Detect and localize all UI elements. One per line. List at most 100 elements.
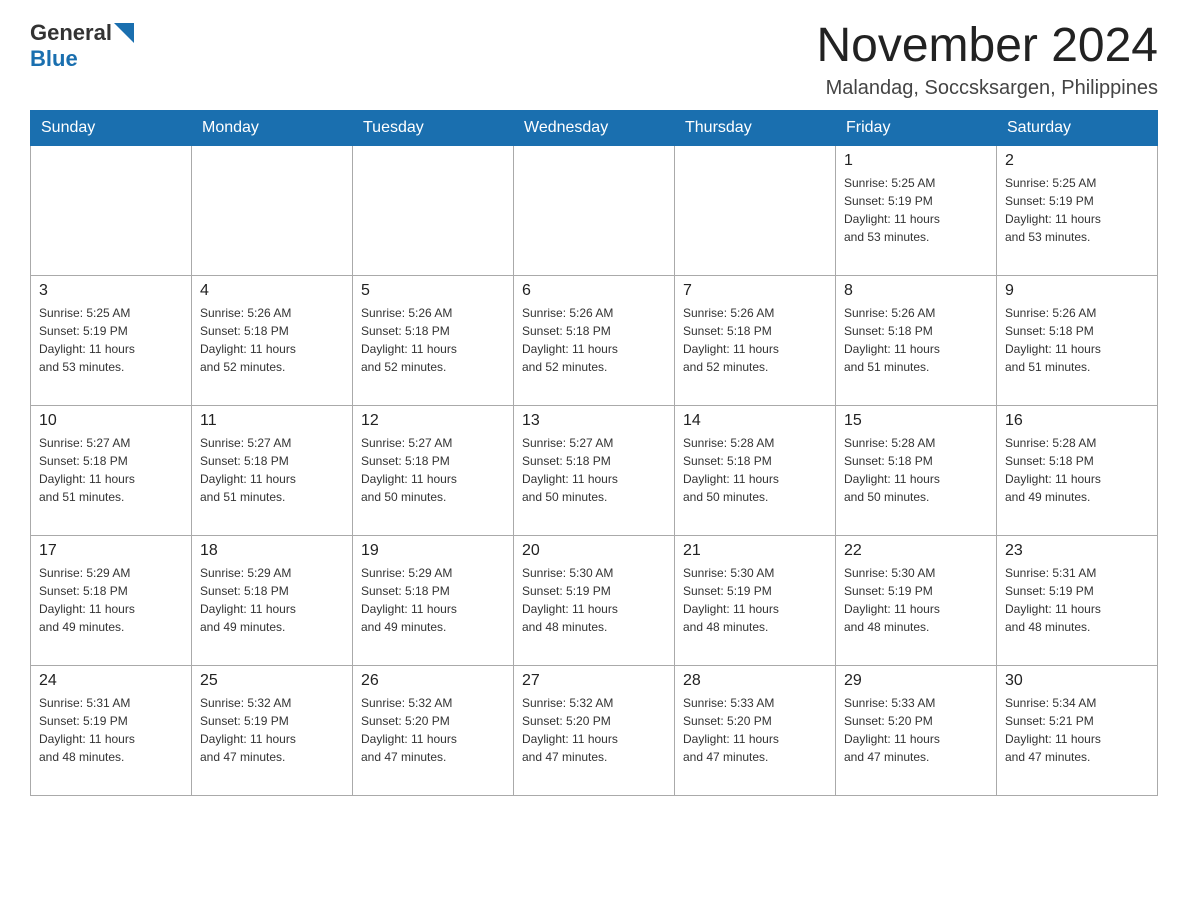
location: Malandag, Soccsksargen, Philippines xyxy=(816,77,1158,100)
day-info: Sunrise: 5:30 AM Sunset: 5:19 PM Dayligh… xyxy=(844,564,988,636)
calendar-cell: 24 Sunrise: 5:31 AM Sunset: 5:19 PM Dayli… xyxy=(31,665,192,795)
day-number: 27 xyxy=(522,672,666,690)
day-number: 5 xyxy=(361,282,505,300)
calendar-cell: 7 Sunrise: 5:26 AM Sunset: 5:18 PM Daylig… xyxy=(675,275,836,405)
calendar-cell: 30Sunrise: 5:34 AM Sunset: 5:21 PM Dayli… xyxy=(997,665,1158,795)
logo-icon xyxy=(114,23,134,43)
day-info: Sunrise: 5:32 AM Sunset: 5:20 PM Dayligh… xyxy=(522,694,666,766)
calendar-cell: 16Sunrise: 5:28 AM Sunset: 5:18 PM Dayli… xyxy=(997,405,1158,535)
calendar-cell: 22 Sunrise: 5:30 AM Sunset: 5:19 PM Dayli… xyxy=(836,535,997,665)
weekday-header-tuesday: Tuesday xyxy=(353,110,514,145)
day-info: Sunrise: 5:33 AM Sunset: 5:20 PM Dayligh… xyxy=(683,694,827,766)
calendar-cell: 6 Sunrise: 5:26 AM Sunset: 5:18 PM Daylig… xyxy=(514,275,675,405)
day-number: 1 xyxy=(844,152,988,170)
day-number: 19 xyxy=(361,542,505,560)
day-info: Sunrise: 5:33 AM Sunset: 5:20 PM Dayligh… xyxy=(844,694,988,766)
calendar-cell: 4Sunrise: 5:26 AM Sunset: 5:18 PM Daylig… xyxy=(192,275,353,405)
calendar-cell: 18 Sunrise: 5:29 AM Sunset: 5:18 PM Dayli… xyxy=(192,535,353,665)
weekday-header-saturday: Saturday xyxy=(997,110,1158,145)
day-info: Sunrise: 5:27 AM Sunset: 5:18 PM Dayligh… xyxy=(361,434,505,506)
calendar-cell xyxy=(514,145,675,275)
day-info: Sunrise: 5:25 AM Sunset: 5:19 PM Dayligh… xyxy=(1005,174,1149,246)
calendar-cell: 17 Sunrise: 5:29 AM Sunset: 5:18 PM Dayli… xyxy=(31,535,192,665)
day-info: Sunrise: 5:29 AM Sunset: 5:18 PM Dayligh… xyxy=(39,564,183,636)
day-number: 30 xyxy=(1005,672,1149,690)
calendar-week-row: 10Sunrise: 5:27 AM Sunset: 5:18 PM Dayli… xyxy=(31,405,1158,535)
day-info: Sunrise: 5:30 AM Sunset: 5:19 PM Dayligh… xyxy=(683,564,827,636)
logo-general: General xyxy=(30,20,112,46)
calendar-cell xyxy=(192,145,353,275)
page-header: General Blue November 2024 Malandag, Soc… xyxy=(30,20,1158,100)
day-info: Sunrise: 5:31 AM Sunset: 5:19 PM Dayligh… xyxy=(39,694,183,766)
calendar-cell: 11 Sunrise: 5:27 AM Sunset: 5:18 PM Dayli… xyxy=(192,405,353,535)
day-info: Sunrise: 5:30 AM Sunset: 5:19 PM Dayligh… xyxy=(522,564,666,636)
day-info: Sunrise: 5:31 AM Sunset: 5:19 PM Dayligh… xyxy=(1005,564,1149,636)
calendar-cell: 1Sunrise: 5:25 AM Sunset: 5:19 PM Daylig… xyxy=(836,145,997,275)
calendar-cell: 15 Sunrise: 5:28 AM Sunset: 5:18 PM Dayli… xyxy=(836,405,997,535)
day-number: 25 xyxy=(200,672,344,690)
day-number: 24 xyxy=(39,672,183,690)
day-number: 29 xyxy=(844,672,988,690)
weekday-header-wednesday: Wednesday xyxy=(514,110,675,145)
day-info: Sunrise: 5:28 AM Sunset: 5:18 PM Dayligh… xyxy=(683,434,827,506)
day-number: 16 xyxy=(1005,412,1149,430)
logo: General Blue xyxy=(30,20,134,72)
day-number: 23 xyxy=(1005,542,1149,560)
calendar-table: SundayMondayTuesdayWednesdayThursdayFrid… xyxy=(30,110,1158,796)
calendar-cell: 28 Sunrise: 5:33 AM Sunset: 5:20 PM Dayli… xyxy=(675,665,836,795)
calendar-cell xyxy=(675,145,836,275)
day-info: Sunrise: 5:29 AM Sunset: 5:18 PM Dayligh… xyxy=(200,564,344,636)
calendar-cell: 2 Sunrise: 5:25 AM Sunset: 5:19 PM Daylig… xyxy=(997,145,1158,275)
weekday-header-monday: Monday xyxy=(192,110,353,145)
calendar-cell: 23 Sunrise: 5:31 AM Sunset: 5:19 PM Dayli… xyxy=(997,535,1158,665)
day-info: Sunrise: 5:29 AM Sunset: 5:18 PM Dayligh… xyxy=(361,564,505,636)
calendar-cell: 13 Sunrise: 5:27 AM Sunset: 5:18 PM Dayli… xyxy=(514,405,675,535)
calendar-cell: 19 Sunrise: 5:29 AM Sunset: 5:18 PM Dayli… xyxy=(353,535,514,665)
calendar-cell: 26Sunrise: 5:32 AM Sunset: 5:20 PM Dayli… xyxy=(353,665,514,795)
calendar-week-row: 1 Sunrise: 5:25 AM Sunset: 5:19 PM Daylig… xyxy=(31,145,1158,275)
day-info: Sunrise: 5:26 AM Sunset: 5:18 PM Dayligh… xyxy=(683,304,827,376)
day-number: 4 xyxy=(200,282,344,300)
day-number: 20 xyxy=(522,542,666,560)
day-number: 13 xyxy=(522,412,666,430)
calendar-cell: 8Sunrise: 5:26 AM Sunset: 5:18 PM Daylig… xyxy=(836,275,997,405)
day-number: 11 xyxy=(200,412,344,430)
day-number: 15 xyxy=(844,412,988,430)
day-number: 12 xyxy=(361,412,505,430)
calendar-week-row: 17 Sunrise: 5:29 AM Sunset: 5:18 PM Dayli… xyxy=(31,535,1158,665)
day-info: Sunrise: 5:27 AM Sunset: 5:18 PM Dayligh… xyxy=(522,434,666,506)
title-block: November 2024 Malandag, Soccsksargen, Ph… xyxy=(816,20,1158,100)
logo-blue: Blue xyxy=(30,46,78,72)
day-number: 28 xyxy=(683,672,827,690)
calendar-cell: 14 Sunrise: 5:28 AM Sunset: 5:18 PM Dayli… xyxy=(675,405,836,535)
day-info: Sunrise: 5:26 AM Sunset: 5:18 PM Dayligh… xyxy=(1005,304,1149,376)
calendar-cell: 21 Sunrise: 5:30 AM Sunset: 5:19 PM Dayli… xyxy=(675,535,836,665)
calendar-cell: 12 Sunrise: 5:27 AM Sunset: 5:18 PM Dayli… xyxy=(353,405,514,535)
day-info: Sunrise: 5:25 AM Sunset: 5:19 PM Dayligh… xyxy=(39,304,183,376)
weekday-header-thursday: Thursday xyxy=(675,110,836,145)
weekday-header-sunday: Sunday xyxy=(31,110,192,145)
calendar-cell: 9 Sunrise: 5:26 AM Sunset: 5:18 PM Daylig… xyxy=(997,275,1158,405)
day-number: 22 xyxy=(844,542,988,560)
day-info: Sunrise: 5:32 AM Sunset: 5:20 PM Dayligh… xyxy=(361,694,505,766)
weekday-header-friday: Friday xyxy=(836,110,997,145)
day-info: Sunrise: 5:28 AM Sunset: 5:18 PM Dayligh… xyxy=(844,434,988,506)
day-number: 2 xyxy=(1005,152,1149,170)
day-info: Sunrise: 5:26 AM Sunset: 5:18 PM Dayligh… xyxy=(522,304,666,376)
day-number: 7 xyxy=(683,282,827,300)
calendar-cell: 5Sunrise: 5:26 AM Sunset: 5:18 PM Daylig… xyxy=(353,275,514,405)
calendar-week-row: 3 Sunrise: 5:25 AM Sunset: 5:19 PM Daylig… xyxy=(31,275,1158,405)
day-number: 3 xyxy=(39,282,183,300)
calendar-cell: 27 Sunrise: 5:32 AM Sunset: 5:20 PM Dayli… xyxy=(514,665,675,795)
day-number: 17 xyxy=(39,542,183,560)
day-info: Sunrise: 5:32 AM Sunset: 5:19 PM Dayligh… xyxy=(200,694,344,766)
calendar-cell xyxy=(31,145,192,275)
day-number: 9 xyxy=(1005,282,1149,300)
day-number: 21 xyxy=(683,542,827,560)
day-number: 6 xyxy=(522,282,666,300)
day-number: 14 xyxy=(683,412,827,430)
month-title: November 2024 xyxy=(816,20,1158,73)
day-number: 18 xyxy=(200,542,344,560)
day-info: Sunrise: 5:27 AM Sunset: 5:18 PM Dayligh… xyxy=(200,434,344,506)
calendar-cell xyxy=(353,145,514,275)
